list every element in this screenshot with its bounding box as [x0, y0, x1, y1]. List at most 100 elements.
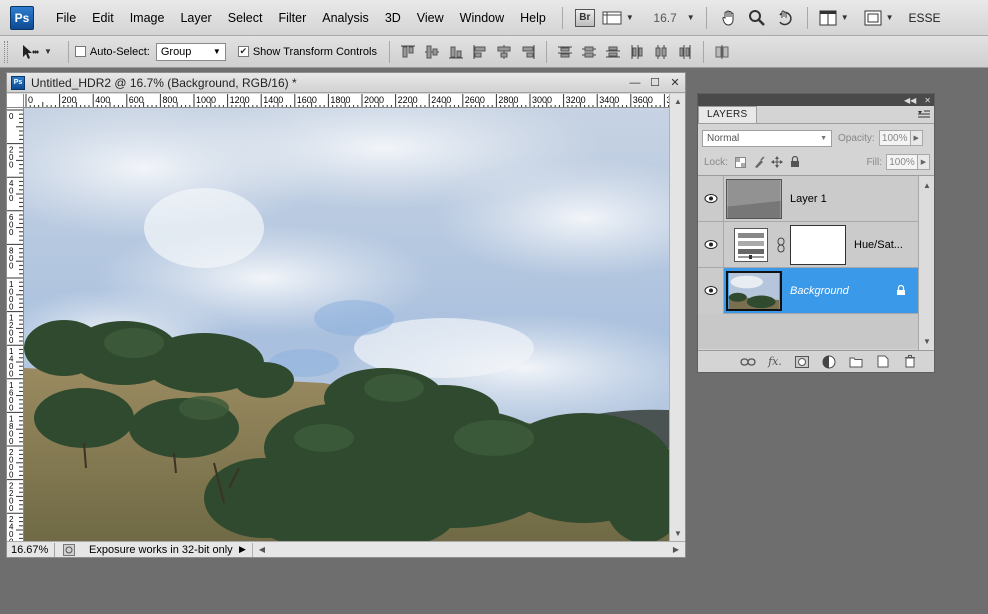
blend-mode-dropdown[interactable]: Normal ▼: [702, 129, 832, 147]
scroll-down-icon[interactable]: ▼: [919, 334, 935, 348]
tab-layers[interactable]: LAYERS: [698, 106, 757, 123]
scroll-up-icon[interactable]: ▲: [919, 178, 935, 192]
auto-align-layers-button[interactable]: [714, 44, 730, 60]
menu-filter[interactable]: Filter: [270, 11, 314, 25]
zoom-tool-button[interactable]: [746, 7, 768, 29]
status-menu-arrow-icon[interactable]: ▶: [239, 544, 246, 555]
horizontal-ruler[interactable]: 0 200 400 600 800 1000 1200 1400 1600 1800 2000 220…: [24, 94, 669, 108]
status-zoom-field[interactable]: 16.67%: [7, 542, 55, 557]
align-top-icon[interactable]: [400, 44, 416, 60]
panel-topbar[interactable]: ◀◀ ✕: [698, 94, 934, 106]
menu-layer[interactable]: Layer: [172, 11, 219, 25]
vertical-scrollbar[interactable]: ▲ ▼: [669, 94, 685, 541]
hand-tool-button[interactable]: [718, 7, 740, 29]
distribute-left-icon[interactable]: [629, 44, 645, 60]
new-layer-icon[interactable]: [875, 354, 891, 370]
screen-mode-button[interactable]: ▼: [864, 7, 894, 29]
menu-window[interactable]: Window: [452, 11, 512, 25]
close-icon[interactable]: ✕: [665, 76, 685, 89]
opacity-arrow-icon[interactable]: ▶: [910, 130, 923, 146]
group-folder-icon[interactable]: [848, 354, 864, 370]
align-right-icon[interactable]: [520, 44, 536, 60]
tool-preset-picker[interactable]: ▼: [20, 43, 52, 61]
document-titlebar[interactable]: Ps Untitled_HDR2 @ 16.7% (Background, RG…: [7, 73, 685, 93]
adjustment-layer-icon: [734, 227, 768, 262]
layers-scrollbar[interactable]: ▲ ▼: [918, 176, 934, 350]
auto-select-check[interactable]: [74, 46, 86, 57]
auto-align-icon: [715, 44, 729, 59]
distribute-right-icon[interactable]: [677, 44, 693, 60]
menu-help[interactable]: Help: [512, 11, 554, 25]
status-info-icon[interactable]: [61, 543, 77, 556]
bridge-button[interactable]: Br: [574, 7, 596, 29]
chain-link-icon[interactable]: [776, 237, 786, 253]
ruler-origin[interactable]: [7, 94, 24, 108]
lock-transparent-icon[interactable]: [734, 155, 748, 169]
opacity-field[interactable]: 100%: [878, 130, 911, 146]
auto-select-checkbox[interactable]: Auto-Select:: [74, 46, 150, 58]
align-horizontal-center-icon[interactable]: [496, 44, 512, 60]
layer-row-hue-saturation[interactable]: Hue/Sat...: [698, 221, 918, 268]
distribute-top-icon[interactable]: [557, 44, 573, 60]
layer-mask-thumbnail[interactable]: [790, 224, 846, 265]
zoom-level-dropdown[interactable]: 16.7 ▼: [649, 7, 694, 29]
padlock-shape: [790, 156, 799, 167]
collapse-panel-icon[interactable]: ◀◀: [904, 96, 916, 105]
rotate-view-button[interactable]: [774, 7, 796, 29]
lock-image-icon[interactable]: [752, 155, 766, 169]
menu-image[interactable]: Image: [122, 11, 173, 25]
ruler-label: 0: [9, 261, 14, 270]
menu-select[interactable]: Select: [220, 11, 271, 25]
show-transform-controls-checkbox[interactable]: ✔ Show Transform Controls: [237, 46, 377, 58]
layer-row-background[interactable]: Background: [698, 267, 918, 314]
maximize-icon[interactable]: ☐: [645, 76, 665, 89]
fill-arrow-icon[interactable]: ▶: [918, 154, 930, 170]
lock-position-icon[interactable]: [770, 155, 784, 169]
fx-icon[interactable]: fx.: [767, 354, 783, 370]
auto-select-target-dropdown[interactable]: Group ▼: [155, 42, 226, 61]
ruler-label: 400: [95, 95, 110, 105]
trash-icon[interactable]: [902, 354, 918, 370]
minimize-icon[interactable]: —: [625, 77, 645, 89]
align-buttons: [396, 44, 540, 60]
fill-field[interactable]: 100%: [886, 154, 918, 170]
adjustment-icon[interactable]: [821, 354, 837, 370]
distribute-bottom-icon[interactable]: [605, 44, 621, 60]
visibility-toggle[interactable]: [698, 221, 724, 268]
panel-menu-button[interactable]: [916, 107, 932, 121]
scroll-left-icon[interactable]: ◀: [259, 545, 265, 554]
scroll-up-icon[interactable]: ▲: [670, 94, 686, 108]
options-bar-grip[interactable]: [4, 40, 8, 63]
menu-file[interactable]: File: [48, 11, 84, 25]
menu-3d[interactable]: 3D: [377, 11, 409, 25]
arrange-documents-button[interactable]: ▼: [819, 7, 849, 29]
align-left-icon[interactable]: [472, 44, 488, 60]
show-transform-check[interactable]: ✔: [237, 46, 249, 57]
vertical-ruler[interactable]: 0200400600800100012001400160018002000220…: [7, 108, 24, 541]
scroll-right-icon[interactable]: ▶: [673, 545, 679, 554]
ruler-label: 0: [9, 303, 14, 312]
align-vertical-center-icon[interactable]: [424, 44, 440, 60]
visibility-toggle[interactable]: [698, 267, 724, 314]
menu-edit[interactable]: Edit: [84, 11, 122, 25]
visibility-toggle[interactable]: [698, 175, 724, 222]
menu-view[interactable]: View: [409, 11, 452, 25]
chevron-down-icon: ▼: [885, 13, 894, 22]
link-icon[interactable]: [740, 354, 756, 370]
scroll-down-icon[interactable]: ▼: [670, 526, 686, 540]
photoshop-logo[interactable]: Ps: [10, 5, 34, 30]
workspace-switcher[interactable]: ESSE: [909, 11, 941, 25]
ruler-label: 200: [62, 95, 77, 105]
image-canvas[interactable]: [24, 108, 669, 541]
close-panel-icon[interactable]: ✕: [924, 96, 931, 105]
view-extras-button[interactable]: ▼: [602, 7, 634, 29]
align-bottom-icon[interactable]: [448, 44, 464, 60]
ruler-label: 600: [129, 95, 144, 105]
distribute-vertical-center-icon[interactable]: [581, 44, 597, 60]
mask-icon[interactable]: [794, 354, 810, 370]
lock-all-icon[interactable]: [788, 155, 802, 169]
horizontal-scrollbar[interactable]: ◀ ▶: [251, 542, 685, 557]
menu-analysis[interactable]: Analysis: [314, 11, 377, 25]
distribute-horizontal-center-icon[interactable]: [653, 44, 669, 60]
layer-row-layer-1[interactable]: Layer 1: [698, 175, 918, 222]
